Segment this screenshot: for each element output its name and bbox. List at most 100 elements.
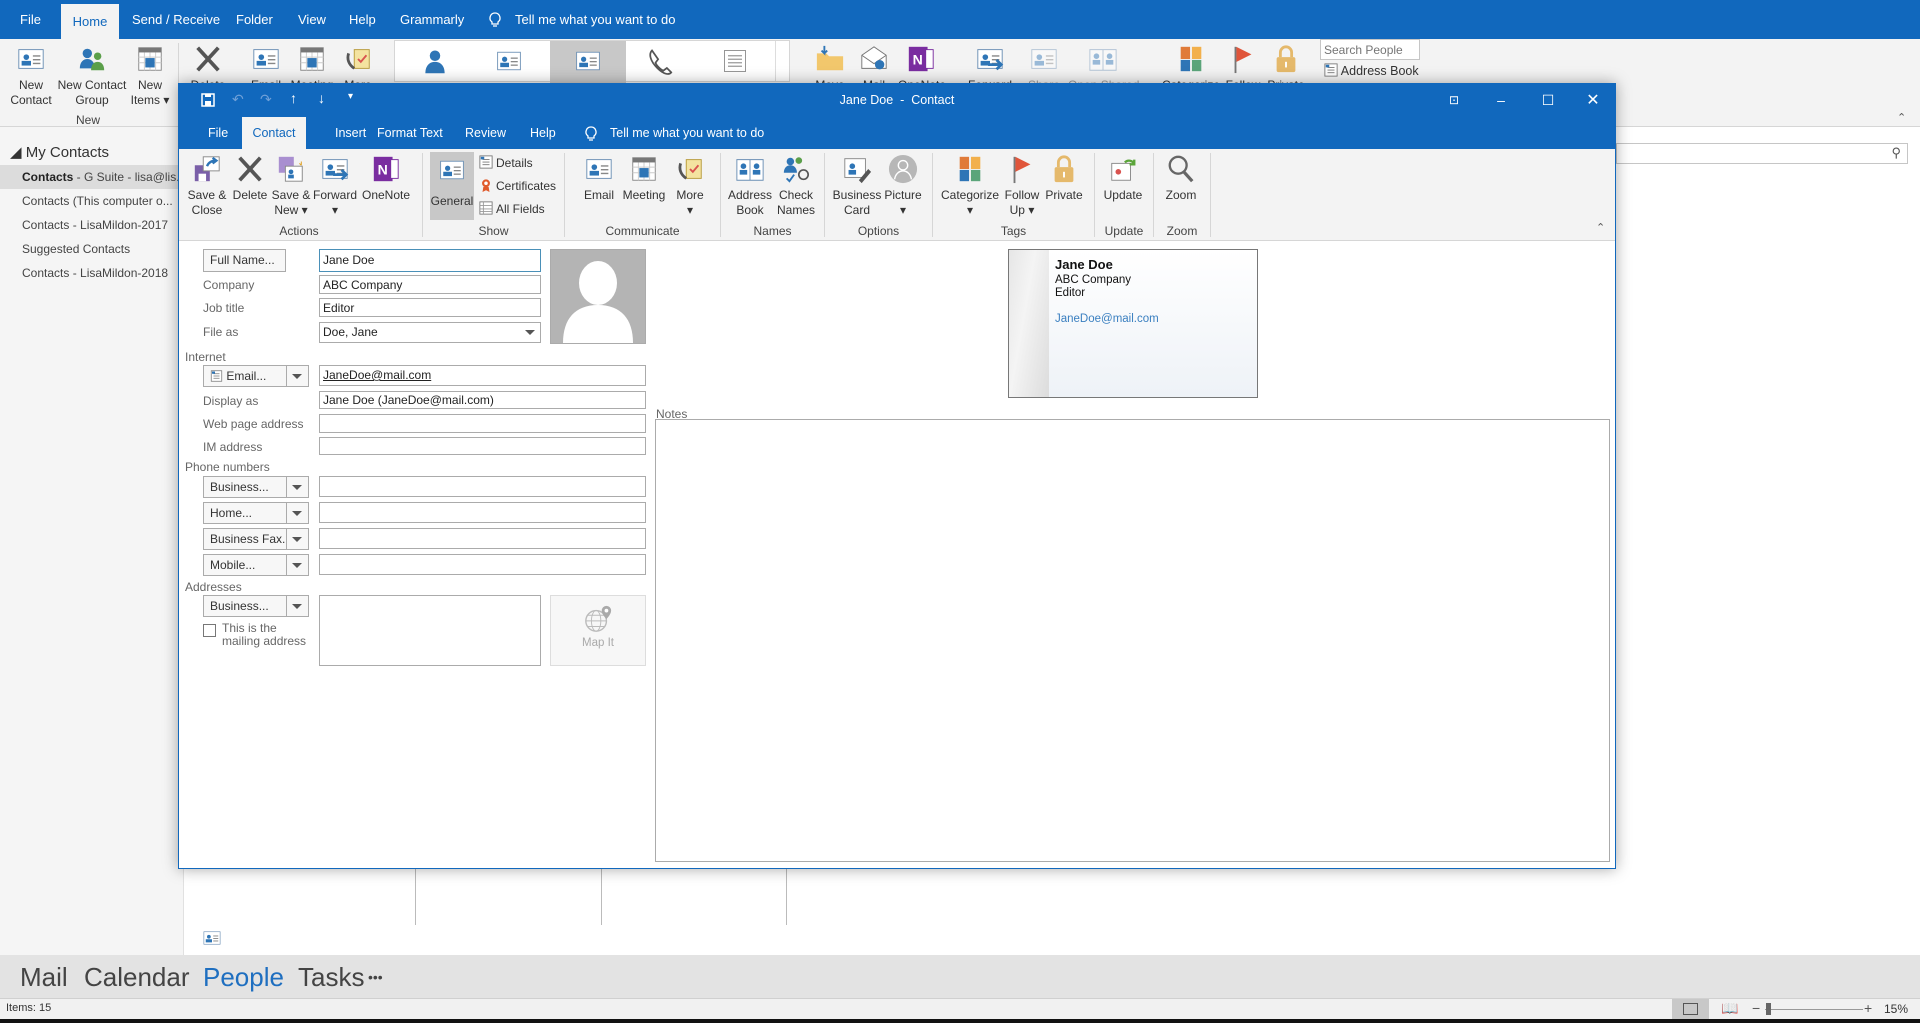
- tab-help[interactable]: Help: [530, 117, 556, 149]
- my-contacts-header[interactable]: ◢ My Contacts: [10, 143, 109, 161]
- current-view-gallery[interactable]: [394, 40, 790, 83]
- chevron-down-icon[interactable]: [292, 604, 302, 609]
- card-email[interactable]: JaneDoe@mail.com: [1055, 313, 1159, 325]
- business-card-preview[interactable]: Jane Doe ABC Company Editor JaneDoe@mail…: [1008, 249, 1258, 398]
- notes-textarea[interactable]: [655, 419, 1610, 862]
- map-it-button[interactable]: Map It: [550, 595, 646, 666]
- search-contacts-input[interactable]: ⚲: [1616, 143, 1908, 164]
- save-close-button[interactable]: Save & Close: [183, 154, 231, 218]
- normal-view-button[interactable]: [1672, 999, 1709, 1019]
- web-page-input[interactable]: [319, 414, 646, 433]
- address-type-button[interactable]: Business...: [203, 595, 309, 617]
- address-book-button[interactable]: Address Book: [727, 154, 773, 218]
- business-fax-input[interactable]: [319, 528, 646, 549]
- tab-contact[interactable]: Contact: [242, 117, 306, 149]
- categorize-button[interactable]: Categorize ▾: [939, 154, 1001, 218]
- search-people-input[interactable]: [1320, 39, 1420, 60]
- nav-calendar[interactable]: Calendar: [84, 962, 190, 993]
- business-card-view-icon[interactable]: [495, 47, 523, 75]
- all-fields-button[interactable]: All Fields: [479, 201, 545, 217]
- new-contact-button[interactable]: New Contact: [10, 44, 52, 108]
- gallery-scrollbar[interactable]: [775, 41, 789, 81]
- phone-type-home[interactable]: Home...: [203, 502, 309, 524]
- job-title-input[interactable]: Editor: [319, 298, 541, 317]
- business-card-button[interactable]: Business Card: [831, 154, 883, 218]
- tab-file[interactable]: File: [208, 117, 228, 149]
- im-address-input[interactable]: [319, 437, 646, 455]
- tab-file[interactable]: File: [20, 0, 41, 39]
- phone-view-icon[interactable]: [645, 47, 673, 75]
- follow-up-button[interactable]: Follow Up ▾: [1001, 154, 1043, 218]
- close-button[interactable]: ✕: [1573, 84, 1613, 117]
- contact-photo-button[interactable]: [550, 249, 646, 344]
- chevron-down-icon[interactable]: [292, 511, 302, 516]
- new-items-button[interactable]: New Items ▾: [130, 44, 170, 108]
- zoom-slider[interactable]: [1765, 1009, 1863, 1010]
- minimize-button[interactable]: –: [1481, 84, 1521, 117]
- file-as-select[interactable]: Doe, Jane: [319, 322, 541, 343]
- tab-insert[interactable]: Insert: [335, 117, 366, 149]
- mailing-address-checkbox[interactable]: [203, 624, 216, 637]
- email-button[interactable]: Email: [579, 154, 619, 203]
- nav-more-icon[interactable]: •••: [368, 969, 383, 985]
- ribbon-display-options-icon[interactable]: ⊡: [1434, 84, 1474, 117]
- certificates-button[interactable]: Certificates: [479, 178, 556, 194]
- tab-review[interactable]: Review: [465, 117, 506, 149]
- nav-tasks[interactable]: Tasks: [298, 962, 364, 993]
- nav-people[interactable]: People: [203, 962, 284, 993]
- contact-view-icon[interactable]: [201, 928, 223, 948]
- collapse-ribbon-icon[interactable]: ⌃: [1897, 111, 1906, 124]
- zoom-slider-thumb[interactable]: [1765, 1003, 1771, 1015]
- email-input[interactable]: JaneDoe@mail.com: [319, 365, 646, 386]
- tab-help[interactable]: Help: [349, 0, 376, 39]
- folder-item[interactable]: Contacts - G Suite - lisa@lis...: [0, 165, 178, 189]
- chevron-down-icon[interactable]: [292, 563, 302, 568]
- tab-format-text[interactable]: Format Text: [377, 117, 443, 149]
- reading-view-icon[interactable]: 📖: [1721, 1000, 1738, 1017]
- onenote-button[interactable]: OneNote: [359, 154, 413, 203]
- folder-item[interactable]: Suggested Contacts: [0, 237, 178, 261]
- tab-view[interactable]: View: [298, 0, 326, 39]
- address-textarea[interactable]: [319, 595, 541, 666]
- delete-button[interactable]: Delete: [231, 154, 269, 203]
- home-phone-input[interactable]: [319, 502, 646, 523]
- zoom-button[interactable]: Zoom: [1161, 154, 1201, 203]
- tab-send-receive[interactable]: Send / Receive: [132, 0, 220, 39]
- display-as-input[interactable]: Jane Doe (JaneDoe@mail.com): [319, 391, 646, 409]
- folder-item[interactable]: Contacts - LisaMildon-2017: [0, 213, 178, 237]
- save-new-button[interactable]: Save & New ▾: [269, 154, 313, 218]
- mobile-phone-input[interactable]: [319, 554, 646, 575]
- address-book-button[interactable]: Address Book: [1324, 63, 1419, 78]
- full-name-input[interactable]: Jane Doe: [319, 249, 541, 272]
- company-input[interactable]: ABC Company: [319, 275, 541, 294]
- maximize-button[interactable]: ☐: [1528, 84, 1568, 117]
- forward-button[interactable]: Forward ▾: [313, 154, 357, 218]
- check-names-button[interactable]: Check Names: [775, 154, 817, 218]
- card-view-selected[interactable]: [550, 41, 626, 83]
- phone-type-mobile[interactable]: Mobile...: [203, 554, 309, 576]
- more-button[interactable]: More ▾: [671, 154, 709, 218]
- folder-item[interactable]: Contacts - LisaMildon-2018: [0, 261, 178, 285]
- new-contact-group-button[interactable]: New Contact Group: [56, 44, 128, 108]
- nav-mail[interactable]: Mail: [20, 962, 68, 993]
- tell-me-search[interactable]: Tell me what you want to do: [515, 0, 675, 39]
- email-type-button[interactable]: Email...: [203, 365, 309, 387]
- folder-item[interactable]: Contacts (This computer o...: [0, 189, 178, 213]
- full-name-button[interactable]: Full Name...: [203, 249, 286, 272]
- meeting-button[interactable]: Meeting: [621, 154, 667, 203]
- picture-button[interactable]: Picture ▾: [883, 154, 923, 218]
- zoom-out-button[interactable]: −: [1752, 1000, 1760, 1016]
- list-view-icon[interactable]: [721, 47, 749, 75]
- general-button[interactable]: General: [430, 152, 474, 220]
- tell-me-search[interactable]: Tell me what you want to do: [610, 117, 764, 149]
- chevron-down-icon[interactable]: [292, 537, 302, 542]
- phone-type-business-fax[interactable]: Business Fax..: [203, 528, 309, 550]
- business-phone-input[interactable]: [319, 476, 646, 497]
- chevron-down-icon[interactable]: [292, 374, 302, 379]
- zoom-in-button[interactable]: +: [1864, 1000, 1872, 1016]
- tab-home[interactable]: Home: [61, 4, 119, 39]
- update-button[interactable]: Update: [1100, 154, 1146, 203]
- details-button[interactable]: Details: [479, 155, 533, 171]
- people-view-icon[interactable]: [421, 47, 449, 75]
- tab-grammarly[interactable]: Grammarly: [400, 0, 464, 39]
